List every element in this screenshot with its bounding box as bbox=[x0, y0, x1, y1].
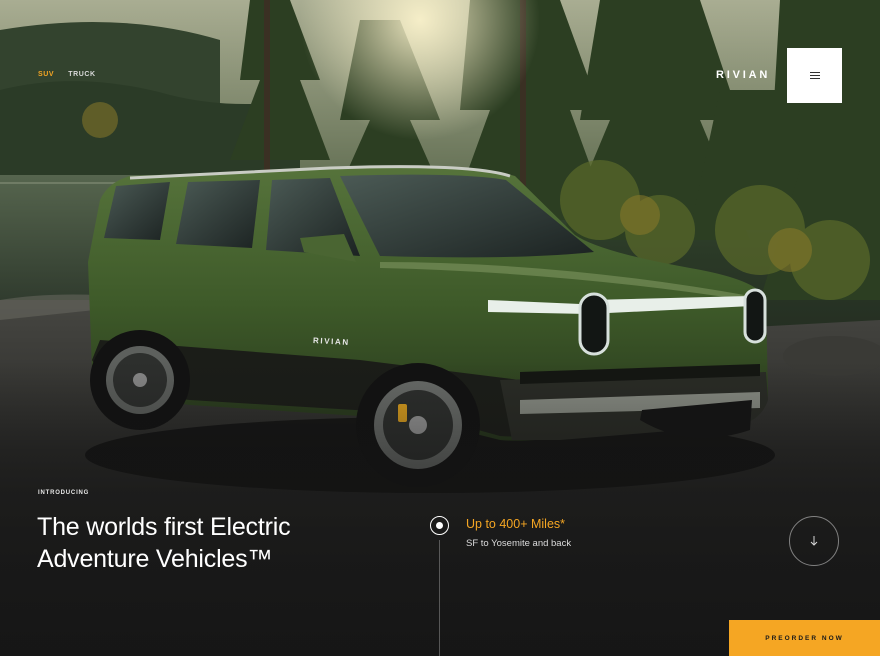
tab-suv[interactable]: SUV bbox=[38, 71, 54, 78]
feature-subtitle: SF to Yosemite and back bbox=[466, 538, 572, 549]
hamburger-menu-icon bbox=[809, 72, 820, 79]
vehicle-type-tabs: SUV TRUCK bbox=[38, 71, 96, 78]
headline-line-1: The worlds first Electric bbox=[37, 513, 291, 541]
hero-eyebrow: INTRODUCING bbox=[38, 490, 90, 496]
hero-headline: The worlds first Electric Adventure Vehi… bbox=[37, 511, 397, 575]
feature-title: Up to 400+ Miles* bbox=[466, 517, 566, 531]
headline-line-2: Adventure Vehicles™ bbox=[37, 545, 273, 573]
scroll-down-button[interactable] bbox=[789, 516, 839, 566]
radio-selected-icon bbox=[436, 522, 443, 529]
tab-truck[interactable]: TRUCK bbox=[68, 71, 96, 78]
preorder-button[interactable]: PREORDER NOW bbox=[729, 620, 880, 656]
feature-selector[interactable] bbox=[430, 516, 449, 535]
brand-logo[interactable]: RIVIAN bbox=[716, 69, 770, 81]
arrow-down-icon bbox=[810, 536, 818, 546]
vertical-divider bbox=[439, 540, 440, 656]
vehicle-badge: RIVIAN bbox=[312, 336, 350, 347]
menu-button[interactable] bbox=[787, 48, 842, 103]
